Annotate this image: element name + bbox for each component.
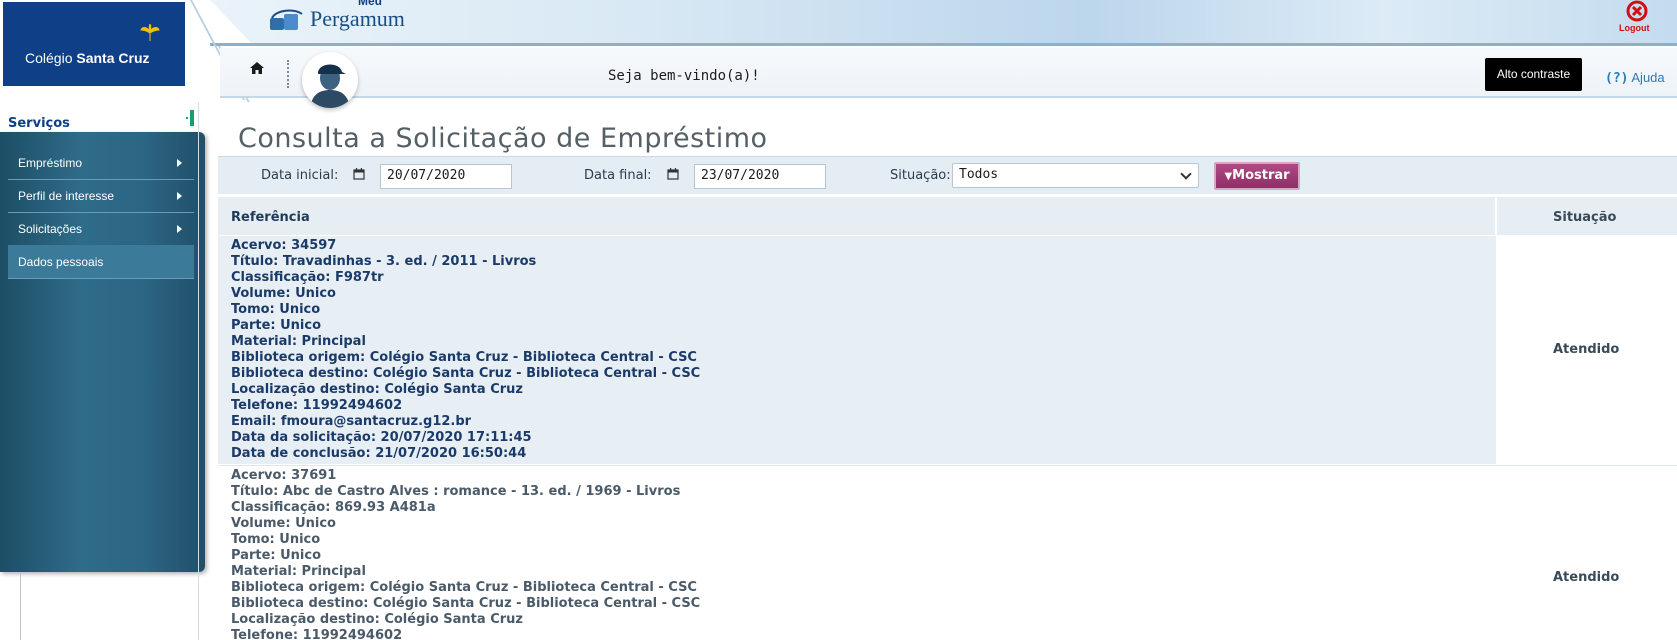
- reference-line: Parte: Unico: [231, 318, 322, 333]
- status-select-value: Todos: [959, 167, 999, 182]
- table-header: [218, 197, 1677, 235]
- reference-line: Data de conclusão: 21/07/2020 16:50:44: [231, 446, 527, 461]
- reference-line: Volume: Unico: [231, 286, 336, 301]
- school-name: Colégio Santa Cruz: [25, 50, 150, 66]
- column-header-reference: Referência: [231, 210, 310, 225]
- help-link[interactable]: (?) Ajuda: [1605, 70, 1665, 86]
- school-name-bold: Santa Cruz: [76, 50, 150, 66]
- chevron-right-icon: [177, 159, 182, 167]
- reference-line: Biblioteca destino: Colégio Santa Cruz -…: [231, 366, 701, 381]
- reference-line: Classificação: F987tr: [231, 270, 384, 285]
- table-row: Acervo: 37691 Título: Abc de Castro Alve…: [218, 465, 1677, 640]
- school-name-light: Colégio: [25, 50, 77, 66]
- sidebar-title: Serviços: [8, 116, 70, 131]
- high-contrast-button[interactable]: Alto contraste: [1485, 58, 1582, 91]
- calendar-icon[interactable]: [353, 168, 365, 180]
- welcome-message: Seja bem-vindo(a)!: [608, 68, 760, 84]
- sidebar-collapse-icon[interactable]: [186, 110, 196, 126]
- page-header: Colégio Santa Cruz Meu Pergamum Logout S…: [0, 0, 1677, 108]
- logout-button[interactable]: Logout: [1619, 23, 1650, 33]
- user-avatar[interactable]: [302, 52, 358, 108]
- pergamum-logo-icon: [270, 9, 303, 30]
- show-button[interactable]: ▼Mostrar: [1214, 162, 1300, 190]
- home-icon[interactable]: [249, 61, 265, 75]
- sidebar-item-label: Dados pessoais: [18, 255, 104, 269]
- start-date-label: Data inicial:: [261, 168, 339, 183]
- reference-line: Material: Principal: [231, 564, 366, 579]
- arrow-down-icon: ▼: [1224, 171, 1233, 182]
- reference-line: Localização destino: Colégio Santa Cruz: [231, 612, 523, 627]
- reference-line: Biblioteca origem: Colégio Santa Cruz - …: [231, 580, 697, 595]
- header-subbar: [220, 48, 1677, 98]
- sidebar-item-label: Solicitações: [18, 222, 83, 236]
- start-date-input[interactable]: 20/07/2020: [380, 164, 512, 189]
- sidebar-item-dados-pessoais[interactable]: Dados pessoais: [8, 245, 194, 279]
- end-date-input[interactable]: 23/07/2020: [694, 164, 826, 189]
- status-value: Atendido: [1553, 342, 1620, 357]
- reference-cell: Acervo: 34597 Título: Travadinhas - 3. e…: [231, 238, 700, 462]
- header-banner: [210, 0, 1677, 46]
- reference-line: Material: Principal: [231, 334, 366, 349]
- sidebar-item-solicitacoes[interactable]: Solicitações: [8, 212, 194, 246]
- header-banner-line: [210, 43, 1677, 46]
- end-date-label: Data final:: [584, 168, 652, 183]
- reference-line: Acervo: 37691: [231, 468, 337, 483]
- chevron-right-icon: [177, 192, 182, 200]
- reference-line: Classificação: 869.93 A481a: [231, 500, 436, 515]
- sidebar-menu: Empréstimo Perfil de interesse Solicitaç…: [0, 132, 205, 572]
- table-column-divider: [1495, 197, 1497, 235]
- reference-line: Telefone: 11992494602: [231, 398, 403, 413]
- show-button-label: Mostrar: [1232, 168, 1290, 183]
- chevron-right-icon: [177, 225, 182, 233]
- brand-name: Pergamum: [310, 6, 405, 31]
- user-avatar-icon: [306, 56, 354, 108]
- sidebar-item-perfil-interesse[interactable]: Perfil de interesse: [8, 179, 194, 213]
- sidebar-item-label: Empréstimo: [18, 156, 83, 170]
- sidebar-item-emprestimo[interactable]: Empréstimo: [8, 146, 194, 180]
- column-header-status: Situação: [1553, 210, 1617, 225]
- reference-cell: Acervo: 37691 Título: Abc de Castro Alve…: [231, 468, 700, 640]
- reference-line: Título: Travadinhas - 3. ed. / 2011 - Li…: [231, 254, 537, 269]
- status-filter-label: Situação:: [890, 168, 951, 183]
- status-value: Atendido: [1553, 570, 1620, 585]
- chevron-down-icon: [1180, 168, 1192, 180]
- content-border: [198, 102, 199, 640]
- logout-icon[interactable]: [1625, 0, 1649, 22]
- reference-line: Telefone: 11992494602: [231, 628, 403, 640]
- reference-line: Acervo: 34597: [231, 238, 337, 253]
- page-title: Consulta a Solicitação de Empréstimo: [238, 123, 768, 154]
- reference-line: Biblioteca origem: Colégio Santa Cruz - …: [231, 350, 697, 365]
- reference-line: Título: Abc de Castro Alves : romance - …: [231, 484, 681, 499]
- reference-line: Email: fmoura@santacruz.g12.br: [231, 414, 472, 429]
- reference-line: Tomo: Unico: [231, 532, 321, 547]
- school-logo[interactable]: Colégio Santa Cruz: [3, 2, 185, 86]
- help-icon: (?): [1605, 71, 1629, 86]
- reference-line: Data da solicitação: 20/07/2020 17:11:45: [231, 430, 532, 445]
- reference-line: Tomo: Unico: [231, 302, 321, 317]
- reference-line: Volume: Unico: [231, 516, 336, 531]
- reference-line: Localização destino: Colégio Santa Cruz: [231, 382, 523, 397]
- leaf-logo-icon: [140, 24, 160, 41]
- table-row: Acervo: 34597 Título: Travadinhas - 3. e…: [218, 236, 1677, 464]
- toolbar-separator: [287, 60, 289, 88]
- status-select[interactable]: Todos: [952, 163, 1199, 188]
- help-label: Ajuda: [1628, 70, 1665, 85]
- sidebar-item-label: Perfil de interesse: [18, 189, 115, 203]
- reference-line: Parte: Unico: [231, 548, 322, 563]
- reference-line: Biblioteca destino: Colégio Santa Cruz -…: [231, 596, 701, 611]
- calendar-icon[interactable]: [667, 168, 679, 180]
- sidebar-border: [20, 572, 21, 640]
